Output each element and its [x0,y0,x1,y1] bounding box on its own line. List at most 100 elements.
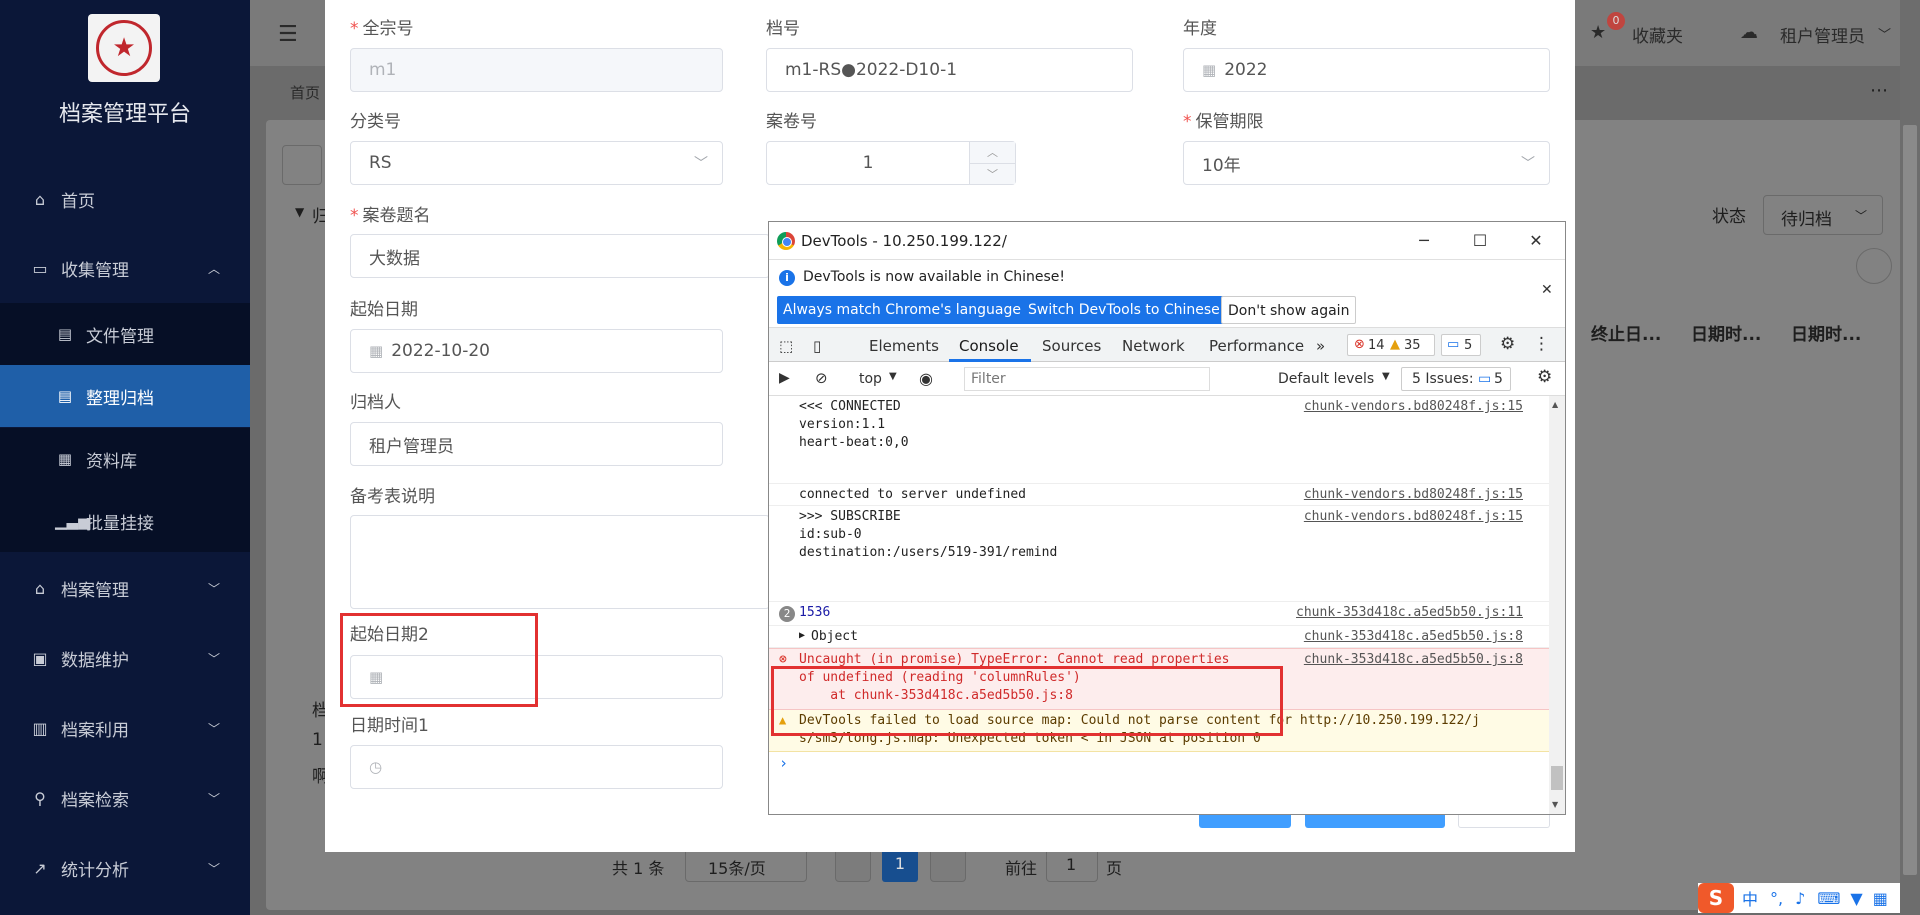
column-header: 终止日... [1591,325,1662,345]
favorites-link[interactable]: 收藏夹 [1632,22,1683,47]
sidebar-subitem-file-management[interactable]: ▤ 文件管理 [0,303,250,365]
tab-network[interactable]: Network [1122,337,1185,355]
eye-icon[interactable]: ◉ [919,369,933,388]
retention-select[interactable]: 10年 ﹀ [1183,141,1550,185]
source-link[interactable]: chunk-vendors.bd80248f.js:15 [1304,398,1523,416]
calendar-icon: ▦ [1202,61,1217,79]
dont-show-button[interactable]: Don't show again [1221,296,1357,324]
chevron-up-icon: ︿ [208,261,221,276]
category-select[interactable]: RS ﹀ [350,141,723,185]
sidebar: ★ 档案管理平台 ⌂ 首页 ▭ 收集管理 ︿ ▤ 文件管理 ▤ 整理归档 ▦ 资… [0,0,250,915]
minimize-icon[interactable]: ─ [1409,228,1439,254]
levels-select[interactable]: Default levels [1278,371,1374,387]
goto-label: 前往 [1005,859,1038,878]
source-link[interactable]: chunk-353d418c.a5ed5b50.js:8 [1304,628,1523,646]
sidebar-subitem-batch-attach[interactable]: ▁▃▅ 批量挂接 [0,490,250,552]
skin-icon[interactable]: ▼ [1850,889,1862,908]
microphone-icon[interactable]: ♪ [1795,889,1805,908]
ime-mode[interactable]: 中 [1742,886,1758,910]
start-date-picker[interactable]: ▦ 2022-10-20 [350,329,723,373]
tab-performance[interactable]: Performance [1209,337,1304,355]
messages-counter[interactable]: ▭ 5 [1441,334,1481,356]
clock-icon: ◷ [369,758,383,776]
tab-console[interactable]: Console [959,337,1019,355]
clear-console-icon[interactable]: ⊘ [815,369,828,387]
search-icon[interactable] [282,145,322,185]
source-link[interactable]: chunk-353d418c.a5ed5b50.js:8 [1304,651,1523,669]
logo: ★ [88,14,160,82]
status-label: 状态 [1712,207,1746,227]
sogou-icon[interactable]: S [1698,883,1734,913]
sidebar-toggle-icon[interactable]: ▶ [779,370,790,386]
decrement-button[interactable]: ﹀ [970,163,1015,184]
more-options-icon[interactable]: ⋮ [1533,334,1550,354]
issues-counter[interactable]: ⊗ 14 ▲ 35 [1347,334,1435,356]
close-icon[interactable]: ✕ [1541,282,1553,298]
context-select[interactable]: top [859,371,882,387]
info-text: DevTools is now available in Chinese! [803,269,1065,285]
sidebar-item-archive-search[interactable]: ⚲ 档案检索 ﹀ [0,767,250,829]
toolbox-icon[interactable]: ▦ [1873,889,1888,908]
inspect-icon[interactable]: ⬚ [779,337,793,355]
keyboard-icon[interactable]: ⌨ [1817,889,1840,908]
close-icon[interactable]: ✕ [1521,228,1551,254]
sidebar-item-archive-use[interactable]: ▥ 档案利用 ﹀ [0,697,250,759]
issues-button[interactable]: 5 Issues: ▭ 5 [1401,367,1511,391]
calendar-icon: ▦ [369,342,384,360]
warning-icon: ▲ [1390,337,1400,352]
document-icon: ▤ [57,387,73,405]
source-link[interactable]: chunk-353d418c.a5ed5b50.js:11 [1296,604,1523,622]
increment-button[interactable]: ︿ [970,142,1015,164]
fonds-no-label: * 全宗号 [350,19,414,39]
sidebar-item-statistics[interactable]: ↗ 统计分析 ﹀ [0,837,250,899]
more-icon[interactable]: ⋯ [1870,80,1888,101]
volume-no-stepper[interactable]: 1 ︿ ﹀ [766,141,1016,185]
tab-elements[interactable]: Elements [869,337,939,355]
filter-input[interactable]: Filter [964,367,1210,391]
chevron-down-icon: ﹀ [208,581,221,596]
expand-triangle-icon[interactable]: ▶ [799,630,805,641]
console-message: <<< CONNECTED version:1.1 heart-beat:0,0… [769,396,1549,484]
sidebar-item-label: 首页 [61,191,95,212]
highlight-box [340,613,538,707]
archiver-input[interactable]: 租户管理员 [350,422,723,466]
sidebar-item-data-maintenance[interactable]: ▣ 数据维护 ﹀ [0,627,250,689]
sidebar-item-home[interactable]: ⌂ 首页 [0,168,250,230]
page-size-value: 15条/页 [708,859,766,878]
volume-no-label: 案卷号 [766,112,817,132]
breadcrumb-home[interactable]: 首页 [290,82,320,103]
year-picker[interactable]: ▦ 2022 [1183,48,1550,92]
more-tabs-icon[interactable]: » [1316,337,1325,355]
settings-icon[interactable]: ⚙ [1500,334,1515,354]
console-scrollbar[interactable]: ▲ ▼ [1549,396,1565,814]
device-toggle-icon[interactable]: ▯ [813,337,821,355]
sidebar-subitem-archiving[interactable]: ▤ 整理归档 [0,365,250,427]
console-settings-icon[interactable]: ⚙ [1537,367,1552,387]
maximize-icon[interactable]: ☐ [1465,228,1495,254]
sidebar-subitem-library[interactable]: ▦ 资料库 [0,428,250,490]
sidebar-item-collection[interactable]: ▭ 收集管理 ︿ [0,237,250,299]
punctuation-icon[interactable]: °, [1770,889,1783,908]
console-prompt[interactable]: › [779,754,788,772]
sidebar-item-archive-management[interactable]: ⌂ 档案管理 ﹀ [0,557,250,619]
volume-title-input[interactable]: 大数据 [350,234,770,278]
source-link[interactable]: chunk-vendors.bd80248f.js:15 [1304,486,1523,504]
fonds-no-input[interactable]: m1 [350,48,723,92]
sidebar-item-label: 档案检索 [61,790,129,811]
console-message: connected to server undefined chunk-vend… [769,484,1549,506]
error-icon: ⊗ [1354,337,1365,352]
menu-toggle-icon[interactable]: ☰ [278,22,298,47]
user-menu[interactable]: 租户管理员 [1780,22,1865,47]
remark-textarea[interactable] [350,515,770,609]
refresh-button[interactable] [1856,248,1892,284]
chevron-down-icon: ﹀ [208,721,221,736]
match-language-button[interactable]: Always match Chrome's language [777,296,1027,324]
cloud-icon: ☁ [1740,22,1758,43]
page-scrollbar-thumb[interactable] [1903,125,1917,875]
datetime1-picker[interactable]: ◷ [350,745,723,789]
archive-no-input[interactable]: m1-RS●2022-D10-1 [766,48,1133,92]
switch-chinese-button[interactable]: Switch DevTools to Chinese [1022,296,1226,324]
chrome-icon [777,232,795,250]
source-link[interactable]: chunk-vendors.bd80248f.js:15 [1304,508,1523,526]
tab-sources[interactable]: Sources [1042,337,1101,355]
